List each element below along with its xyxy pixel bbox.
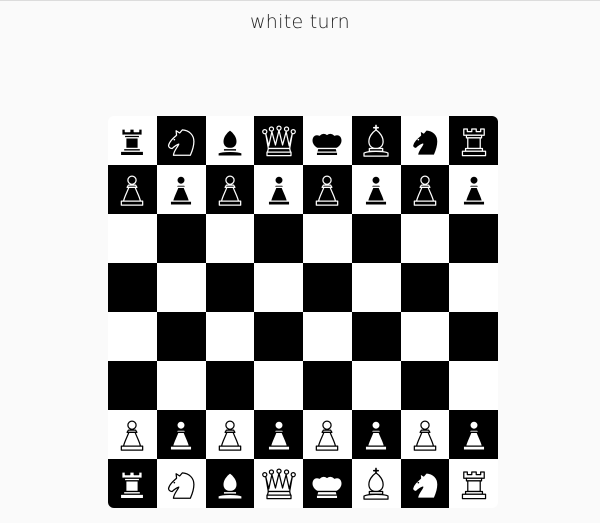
square-c7[interactable] bbox=[205, 165, 255, 214]
square-e4[interactable] bbox=[303, 312, 352, 361]
square-e5[interactable] bbox=[303, 263, 352, 312]
black-knight-icon[interactable] bbox=[161, 121, 201, 161]
square-g4[interactable] bbox=[400, 312, 450, 361]
square-c8[interactable] bbox=[205, 116, 255, 165]
black-pawn-icon[interactable] bbox=[454, 170, 494, 210]
white-knight-icon[interactable] bbox=[405, 464, 445, 504]
square-c1[interactable] bbox=[205, 459, 255, 508]
square-a5[interactable] bbox=[108, 263, 157, 312]
black-king-icon[interactable] bbox=[307, 121, 347, 161]
square-d5[interactable] bbox=[254, 263, 303, 312]
white-pawn-icon[interactable] bbox=[454, 415, 494, 455]
square-g2[interactable] bbox=[400, 410, 450, 459]
square-d1[interactable] bbox=[254, 459, 303, 508]
square-e6[interactable] bbox=[303, 214, 352, 263]
white-pawn-icon[interactable] bbox=[405, 415, 445, 455]
black-pawn-icon[interactable] bbox=[259, 170, 299, 210]
white-rook-icon[interactable] bbox=[454, 464, 494, 504]
square-f4[interactable] bbox=[351, 312, 401, 361]
square-h7[interactable] bbox=[449, 165, 498, 214]
square-e7[interactable] bbox=[303, 165, 352, 214]
square-b7[interactable] bbox=[156, 165, 206, 214]
square-h5[interactable] bbox=[449, 263, 498, 312]
square-a8[interactable] bbox=[108, 116, 157, 165]
square-b8[interactable] bbox=[156, 116, 206, 165]
square-f7[interactable] bbox=[351, 165, 401, 214]
square-b3[interactable] bbox=[156, 361, 206, 410]
white-bishop-icon[interactable] bbox=[356, 464, 396, 504]
square-b6[interactable] bbox=[156, 214, 206, 263]
square-d4[interactable] bbox=[254, 312, 303, 361]
white-pawn-icon[interactable] bbox=[112, 415, 152, 455]
white-bishop-icon[interactable] bbox=[210, 464, 250, 504]
square-c2[interactable] bbox=[205, 410, 255, 459]
square-c5[interactable] bbox=[205, 263, 255, 312]
top-divider bbox=[0, 0, 600, 1]
square-a3[interactable] bbox=[108, 361, 157, 410]
square-d2[interactable] bbox=[254, 410, 303, 459]
square-h4[interactable] bbox=[449, 312, 498, 361]
square-h8[interactable] bbox=[449, 116, 498, 165]
black-pawn-icon[interactable] bbox=[161, 170, 201, 210]
black-bishop-icon[interactable] bbox=[356, 121, 396, 161]
square-c3[interactable] bbox=[205, 361, 255, 410]
square-b1[interactable] bbox=[156, 459, 206, 508]
turn-indicator: white turn bbox=[249, 11, 351, 33]
black-pawn-icon[interactable] bbox=[356, 170, 396, 210]
chess-board bbox=[108, 116, 498, 508]
square-f6[interactable] bbox=[351, 214, 401, 263]
white-pawn-icon[interactable] bbox=[356, 415, 396, 455]
square-h1[interactable] bbox=[449, 459, 498, 508]
black-rook-icon[interactable] bbox=[454, 121, 494, 161]
square-g3[interactable] bbox=[400, 361, 450, 410]
square-b4[interactable] bbox=[156, 312, 206, 361]
square-d6[interactable] bbox=[254, 214, 303, 263]
square-d8[interactable] bbox=[254, 116, 303, 165]
square-f2[interactable] bbox=[351, 410, 401, 459]
black-rook-icon[interactable] bbox=[112, 121, 152, 161]
square-f5[interactable] bbox=[351, 263, 401, 312]
square-g5[interactable] bbox=[400, 263, 450, 312]
white-pawn-icon[interactable] bbox=[307, 415, 347, 455]
square-g6[interactable] bbox=[400, 214, 450, 263]
black-knight-icon[interactable] bbox=[405, 121, 445, 161]
square-e2[interactable] bbox=[303, 410, 352, 459]
white-queen-icon[interactable] bbox=[259, 464, 299, 504]
square-h2[interactable] bbox=[449, 410, 498, 459]
square-f3[interactable] bbox=[351, 361, 401, 410]
white-pawn-icon[interactable] bbox=[259, 415, 299, 455]
white-knight-icon[interactable] bbox=[161, 464, 201, 504]
square-e1[interactable] bbox=[303, 459, 352, 508]
square-a6[interactable] bbox=[108, 214, 157, 263]
black-pawn-icon[interactable] bbox=[210, 170, 250, 210]
white-king-icon[interactable] bbox=[307, 464, 347, 504]
square-a4[interactable] bbox=[108, 312, 157, 361]
black-pawn-icon[interactable] bbox=[405, 170, 445, 210]
square-a1[interactable] bbox=[108, 459, 157, 508]
square-g7[interactable] bbox=[400, 165, 450, 214]
square-e3[interactable] bbox=[303, 361, 352, 410]
black-queen-icon[interactable] bbox=[259, 121, 299, 161]
square-f8[interactable] bbox=[351, 116, 401, 165]
square-h6[interactable] bbox=[449, 214, 498, 263]
square-b2[interactable] bbox=[156, 410, 206, 459]
square-c6[interactable] bbox=[205, 214, 255, 263]
square-e8[interactable] bbox=[303, 116, 352, 165]
white-pawn-icon[interactable] bbox=[161, 415, 201, 455]
square-h3[interactable] bbox=[449, 361, 498, 410]
square-c4[interactable] bbox=[205, 312, 255, 361]
square-f1[interactable] bbox=[351, 459, 401, 508]
square-g1[interactable] bbox=[400, 459, 450, 508]
square-b5[interactable] bbox=[156, 263, 206, 312]
black-bishop-icon[interactable] bbox=[210, 121, 250, 161]
square-g8[interactable] bbox=[400, 116, 450, 165]
square-a2[interactable] bbox=[108, 410, 157, 459]
square-d3[interactable] bbox=[254, 361, 303, 410]
square-a7[interactable] bbox=[108, 165, 157, 214]
white-pawn-icon[interactable] bbox=[210, 415, 250, 455]
black-pawn-icon[interactable] bbox=[112, 170, 152, 210]
white-rook-icon[interactable] bbox=[112, 464, 152, 504]
black-pawn-icon[interactable] bbox=[307, 170, 347, 210]
square-d7[interactable] bbox=[254, 165, 303, 214]
